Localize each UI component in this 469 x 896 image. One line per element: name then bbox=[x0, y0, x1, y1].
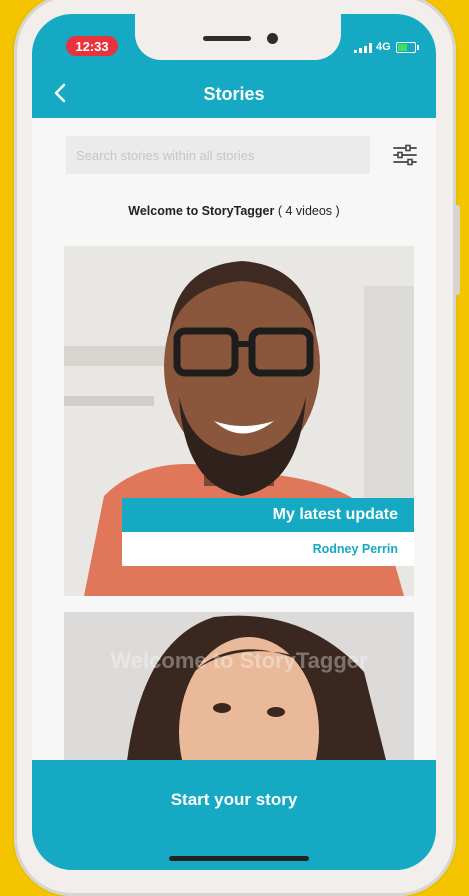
story-title: My latest update bbox=[122, 498, 414, 532]
app-screen: 12:33 4G Stories Wel bbox=[32, 14, 436, 870]
network-label: 4G bbox=[376, 41, 391, 53]
sliders-icon bbox=[393, 144, 417, 166]
filter-button[interactable] bbox=[392, 142, 418, 168]
story-card[interactable]: My latest update Rodney Perrin bbox=[64, 246, 414, 596]
video-count: ( 4 videos ) bbox=[277, 204, 340, 218]
signal-icon bbox=[354, 43, 372, 53]
card-watermark: Welcome to StoryTagger bbox=[110, 648, 368, 673]
side-button bbox=[455, 205, 460, 295]
start-story-button[interactable]: Start your story bbox=[32, 760, 436, 870]
story-author: Rodney Perrin bbox=[122, 532, 414, 566]
home-indicator[interactable] bbox=[169, 856, 309, 861]
battery-icon bbox=[396, 42, 419, 53]
phone-notch bbox=[135, 14, 341, 60]
page-title: Stories bbox=[203, 84, 265, 104]
welcome-app-name: Welcome to StoryTagger bbox=[128, 204, 275, 218]
welcome-text: Welcome to StoryTagger ( 4 videos ) bbox=[32, 204, 436, 218]
status-time: 12:33 bbox=[66, 36, 118, 56]
front-camera bbox=[267, 33, 278, 44]
speaker-grille bbox=[203, 36, 251, 41]
search-input[interactable] bbox=[66, 136, 370, 174]
start-story-label: Start your story bbox=[170, 790, 298, 809]
nav-bar: Stories bbox=[32, 70, 436, 118]
